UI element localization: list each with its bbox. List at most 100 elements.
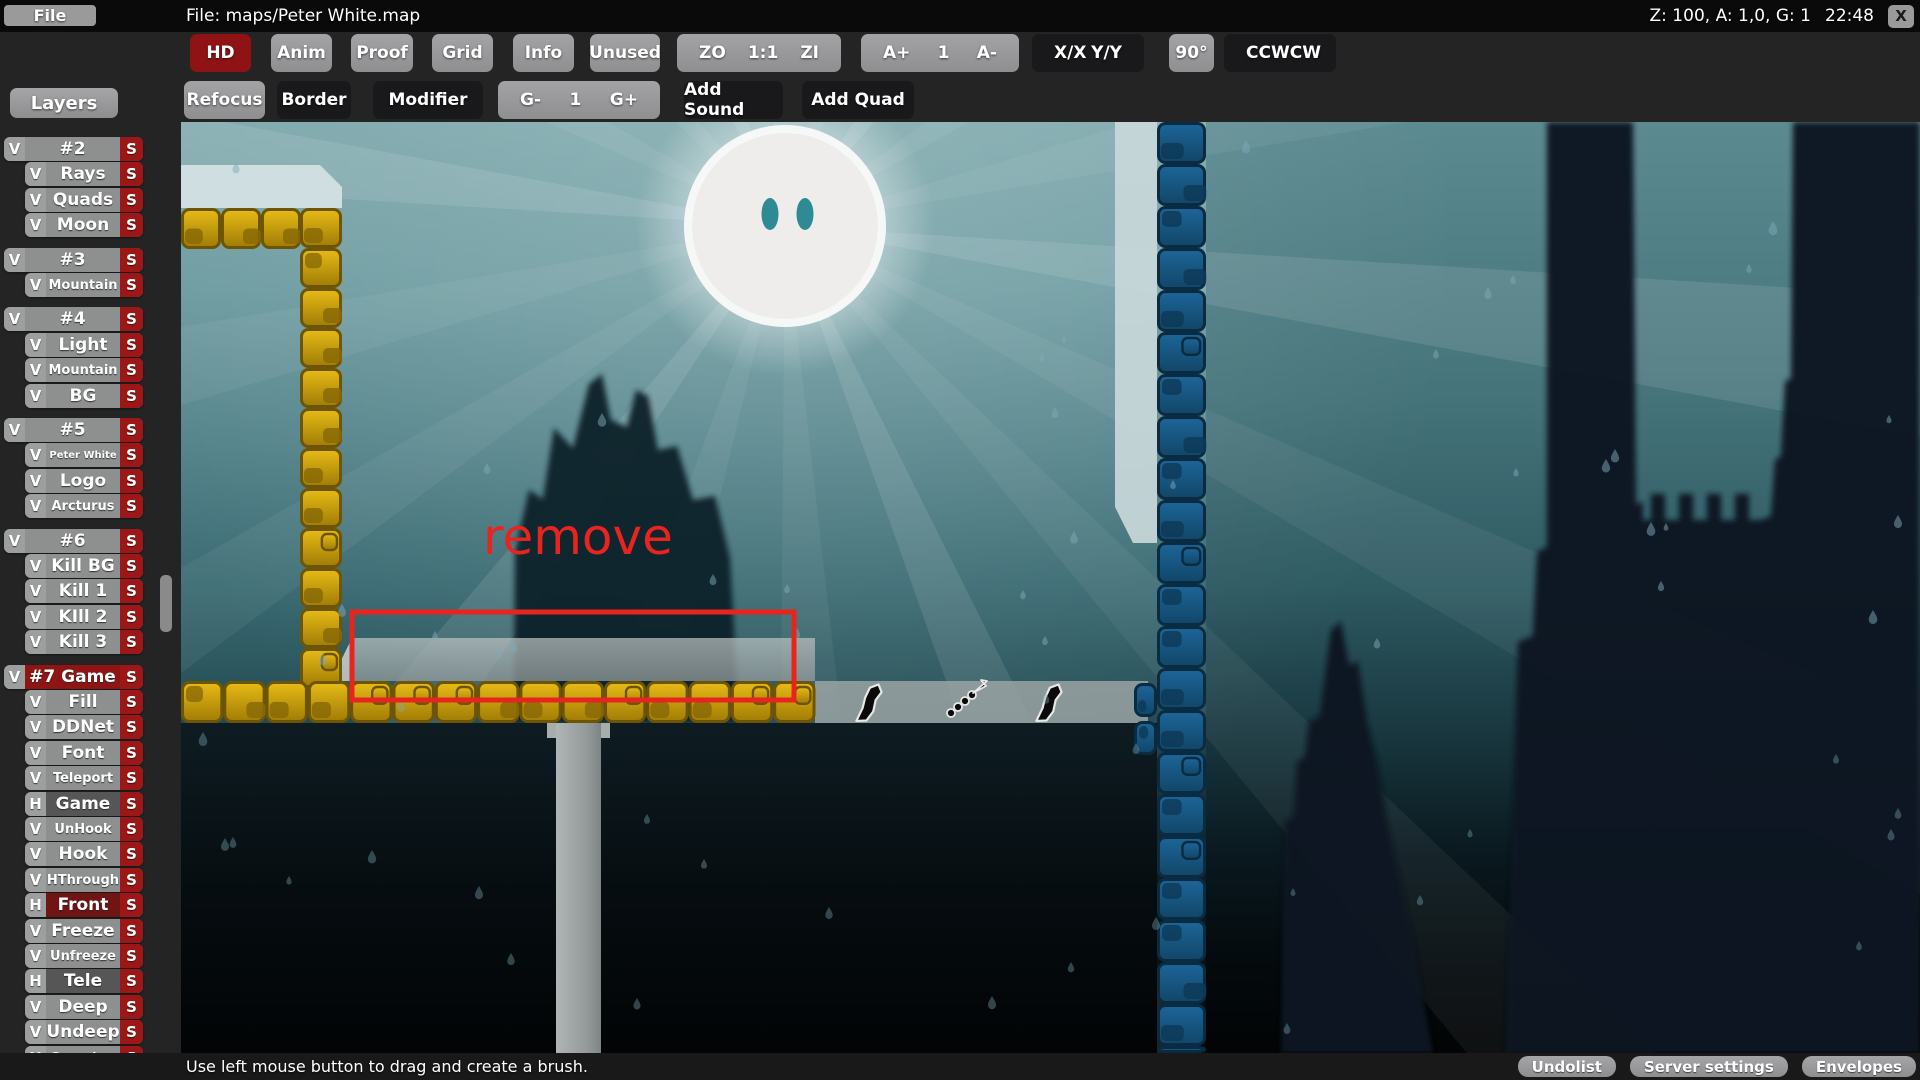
layer-row-undeep[interactable]: VUndeepS [25,1020,143,1044]
layer-row-mountain[interactable]: VMountainS [25,273,143,297]
solo-button[interactable]: S [120,213,143,237]
anim-slower-button[interactable]: A- [977,43,997,63]
solo-button[interactable]: S [120,665,143,689]
solo-button[interactable]: S [120,358,143,382]
visibility-toggle[interactable]: H [25,969,46,993]
layer-row-peter-white[interactable]: VPeter WhiteS [25,443,143,467]
solo-button[interactable]: S [120,817,143,841]
visibility-toggle[interactable]: V [25,443,46,467]
flip-y-button[interactable]: Y/Y [1091,43,1122,63]
layer-row-logo[interactable]: VLogoS [25,469,143,493]
visibility-toggle[interactable]: V [25,273,46,297]
visibility-toggle[interactable]: V [4,418,25,442]
info-toggle-button[interactable]: Info [513,34,574,72]
visibility-toggle[interactable]: V [25,741,46,765]
visibility-toggle[interactable]: V [25,384,46,408]
flip-x-button[interactable]: X/X [1054,43,1086,63]
grid-minus-button[interactable]: G- [520,90,541,110]
visibility-toggle[interactable]: V [25,715,46,739]
modifier-button[interactable]: Modifier [373,81,483,119]
hd-toggle-button[interactable]: HD [190,34,251,72]
solo-button[interactable]: S [120,741,143,765]
layer-row-freeze[interactable]: VFreezeS [25,919,143,943]
visibility-toggle[interactable]: V [4,137,25,161]
layer-row-unfreeze[interactable]: VUnfreezeS [25,944,143,968]
solo-button[interactable]: S [120,715,143,739]
group-row--5[interactable]: V#5S [4,418,143,442]
solo-button[interactable]: S [120,418,143,442]
group-row--2[interactable]: V#2S [4,137,143,161]
solo-button[interactable]: S [120,188,143,212]
rotate-cw-button[interactable]: CW [1290,43,1321,63]
visibility-toggle[interactable]: V [25,630,46,654]
layer-row-tele[interactable]: HTeleS [25,969,143,993]
solo-button[interactable]: S [120,529,143,553]
group-row--6[interactable]: V#6S [4,529,143,553]
visibility-toggle[interactable]: H [25,893,46,917]
visibility-toggle[interactable]: V [25,469,46,493]
visibility-toggle[interactable]: V [25,944,46,968]
layer-row-fill[interactable]: VFillS [25,690,143,714]
envelopes-button[interactable]: Envelopes [1802,1056,1916,1077]
group-row--7-game[interactable]: V#7 GameS [4,665,143,689]
undolist-button[interactable]: Undolist [1518,1056,1616,1077]
layer-row-arcturus[interactable]: VArcturusS [25,494,143,518]
solo-button[interactable]: S [120,766,143,790]
layer-row-kill-bg[interactable]: VKill BGS [25,554,143,578]
layer-row-quads[interactable]: VQuadsS [25,188,143,212]
visibility-toggle[interactable]: H [25,792,46,816]
visibility-toggle[interactable]: V [25,817,46,841]
solo-button[interactable]: S [120,307,143,331]
proof-toggle-button[interactable]: Proof [351,34,413,72]
visibility-toggle[interactable]: V [25,494,46,518]
solo-button[interactable]: S [120,630,143,654]
solo-button[interactable]: S [120,494,143,518]
solo-button[interactable]: S [120,995,143,1019]
solo-button[interactable]: S [120,969,143,993]
layer-row-rays[interactable]: VRaysS [25,162,143,186]
layer-row-kill-1[interactable]: VKill 1S [25,579,143,603]
map-canvas[interactable]: remove [181,122,1920,1053]
solo-button[interactable]: S [120,868,143,892]
visibility-toggle[interactable]: V [4,529,25,553]
visibility-toggle[interactable]: V [25,333,46,357]
visibility-toggle[interactable]: V [25,213,46,237]
layer-row-hook[interactable]: VHookS [25,842,143,866]
rotate-amount-button[interactable]: 90° [1169,34,1214,72]
refocus-button[interactable]: Refocus [184,81,265,119]
zoom-in-button[interactable]: ZI [800,43,819,63]
layer-row-game[interactable]: HGameS [25,792,143,816]
solo-button[interactable]: S [120,137,143,161]
layer-row-kill-3[interactable]: VKill 3S [25,630,143,654]
layers-panel-button[interactable]: Layers [10,88,118,118]
layer-row-hthrough[interactable]: VHThroughS [25,868,143,892]
solo-button[interactable]: S [120,384,143,408]
visibility-toggle[interactable]: V [25,868,46,892]
solo-button[interactable]: S [120,333,143,357]
unused-toggle-button[interactable]: Unused [590,34,660,72]
solo-button[interactable]: S [120,248,143,272]
visibility-toggle[interactable]: V [25,579,46,603]
anim-faster-button[interactable]: A+ [883,43,910,63]
layer-row-teleport[interactable]: VTeleportS [25,766,143,790]
layer-row-kill-2[interactable]: VKIll 2S [25,605,143,629]
grid-toggle-button[interactable]: Grid [432,34,493,72]
solo-button[interactable]: S [120,690,143,714]
solo-button[interactable]: S [120,443,143,467]
solo-button[interactable]: S [120,579,143,603]
visibility-toggle[interactable]: V [25,162,46,186]
solo-button[interactable]: S [120,605,143,629]
visibility-toggle[interactable]: V [25,842,46,866]
layer-row-moon[interactable]: VMoonS [25,213,143,237]
layers-scrollbar-thumb[interactable] [160,575,172,632]
visibility-toggle[interactable]: V [25,766,46,790]
visibility-toggle[interactable]: V [25,995,46,1019]
grid-plus-button[interactable]: G+ [610,90,638,110]
visibility-toggle[interactable]: V [25,605,46,629]
solo-button[interactable]: S [120,944,143,968]
visibility-toggle[interactable]: V [25,554,46,578]
file-menu-button[interactable]: File [4,5,96,26]
layer-row-front[interactable]: HFrontS [25,893,143,917]
layer-row-bg[interactable]: VBGS [25,384,143,408]
layer-row-light[interactable]: VLightS [25,333,143,357]
